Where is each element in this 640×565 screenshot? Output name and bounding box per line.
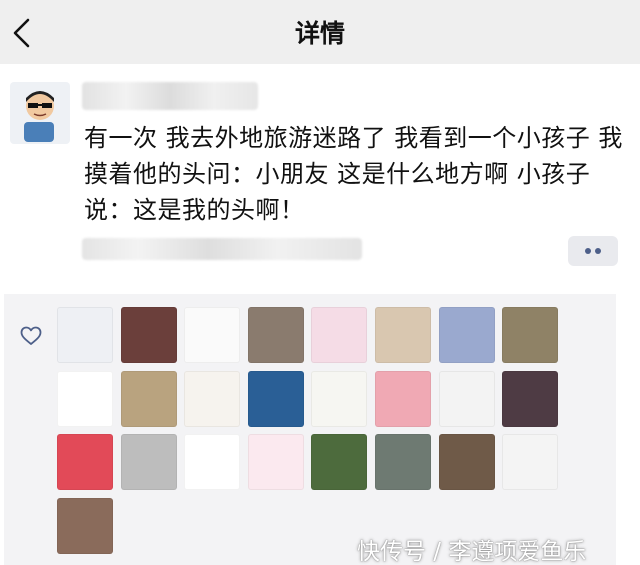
avatar-16[interactable]	[502, 370, 559, 427]
avatar-25[interactable]	[57, 497, 113, 554]
avatar-20[interactable]	[247, 434, 304, 490]
heart-icon	[20, 326, 42, 346]
avatar-18[interactable]	[120, 434, 177, 490]
avatar-8[interactable]	[502, 307, 559, 363]
avatar-17[interactable]	[57, 434, 113, 490]
author-avatar[interactable]	[10, 82, 70, 144]
avatar-2[interactable]	[120, 307, 177, 363]
avatar-12[interactable]	[247, 370, 304, 427]
avatar-24[interactable]	[502, 434, 559, 490]
avatar-1[interactable]	[57, 307, 113, 363]
avatar-23[interactable]	[438, 434, 495, 490]
avatar-22[interactable]	[375, 434, 431, 490]
liker-avatar-grid	[57, 307, 569, 555]
post-text: 有一次 我去外地旅游迷路了 我看到一个小孩子 我摸着他的头问：小朋友 这是什么地…	[84, 124, 623, 224]
avatar-9[interactable]	[57, 370, 113, 427]
post-meta-blurred	[82, 238, 362, 260]
page-title: 详情	[294, 19, 345, 48]
more-dots-icon	[585, 248, 591, 254]
avatar-21[interactable]	[311, 434, 368, 490]
avatar-7[interactable]	[438, 307, 495, 363]
avatar-19[interactable]	[184, 434, 241, 490]
header-bar: 详情	[0, 0, 640, 64]
more-button[interactable]	[568, 236, 618, 266]
avatar-4[interactable]	[247, 307, 304, 363]
avatar-13[interactable]	[311, 370, 368, 427]
avatar-10[interactable]	[120, 370, 177, 427]
avatar-14[interactable]	[375, 370, 431, 427]
author-name-blurred	[82, 82, 258, 110]
avatar-3[interactable]	[184, 307, 241, 363]
watermark-text: 快传号 / 李遵项爱鱼乐	[357, 539, 587, 565]
avatar-5[interactable]	[311, 307, 368, 363]
avatar-15[interactable]	[438, 370, 495, 427]
avatar-6[interactable]	[375, 307, 431, 363]
avatar-11[interactable]	[184, 370, 241, 427]
